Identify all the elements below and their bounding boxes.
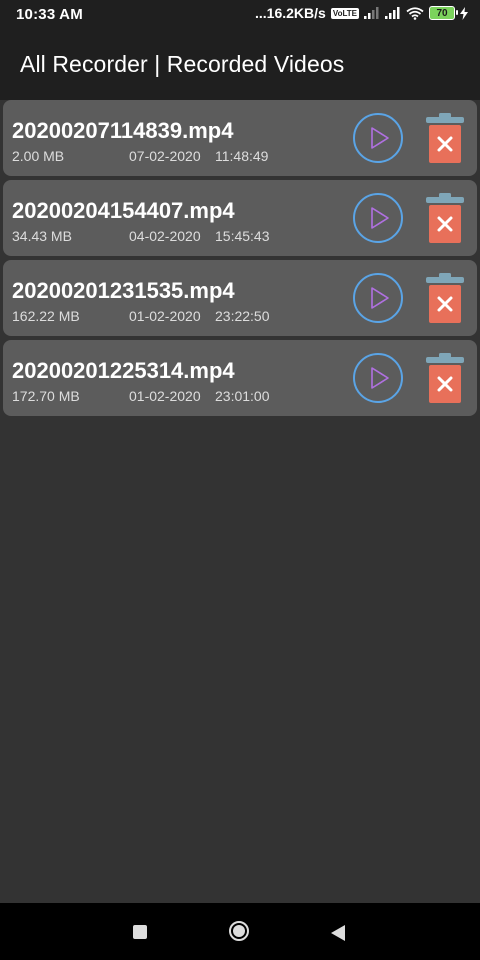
play-button[interactable] [353, 273, 403, 323]
recordings-list: 20200207114839.mp4 2.00 MB 07-02-2020 11:4… [3, 100, 477, 420]
play-button[interactable] [353, 193, 403, 243]
charging-icon [460, 6, 468, 20]
signal-icon [364, 7, 379, 19]
system-nav-bar [0, 903, 480, 960]
file-meta: 34.43 MB 04-02-2020 15:45:43 [12, 228, 270, 244]
file-size: 172.70 MB [12, 388, 80, 404]
file-date: 07-02-2020 [129, 148, 201, 164]
status-time: 10:33 AM [16, 6, 83, 23]
signal-icon [385, 7, 400, 19]
filename: 20200204154407.mp4 [12, 198, 235, 223]
file-meta: 2.00 MB 07-02-2020 11:48:49 [12, 148, 268, 164]
filename: 20200201225314.mp4 [12, 358, 235, 383]
delete-button[interactable] [423, 112, 467, 166]
file-size: 2.00 MB [12, 148, 65, 164]
list-item[interactable]: 20200204154407.mp4 34.43 MB 04-02-2020 15:… [3, 180, 477, 256]
wifi-icon [406, 6, 424, 20]
battery-icon: 70 [429, 6, 458, 20]
filename: 20200207114839.mp4 [12, 118, 234, 143]
list-item[interactable]: 20200201231535.mp4 162.22 MB 01-02-2020 23… [3, 260, 477, 336]
list-item[interactable]: 20200201225314.mp4 172.70 MB 01-02-2020 23… [3, 340, 477, 416]
play-button[interactable] [353, 353, 403, 403]
home-dot [233, 925, 245, 937]
page-title: All Recorder | Recorded Videos [20, 51, 345, 77]
back-triangle-icon[interactable] [331, 925, 345, 941]
play-icon [371, 287, 389, 309]
app-bar: All Recorder | Recorded Videos [0, 30, 480, 100]
volte-badge: VoLTE [330, 7, 359, 19]
file-date: 01-02-2020 [129, 308, 201, 324]
file-size: 162.22 MB [12, 308, 80, 324]
file-size: 34.43 MB [12, 228, 72, 244]
file-date: 04-02-2020 [129, 228, 201, 244]
filename: 20200201231535.mp4 [12, 278, 235, 303]
home-circle-icon[interactable] [229, 921, 249, 941]
file-time: 11:48:49 [215, 148, 269, 164]
play-icon [371, 367, 389, 389]
file-date: 01-02-2020 [129, 388, 201, 404]
delete-button[interactable] [423, 352, 467, 406]
delete-button[interactable] [423, 192, 467, 246]
play-icon [371, 207, 389, 229]
status-icons: ...16.2KB/s VoLTE 70 [255, 5, 468, 21]
network-speed: ...16.2KB/s [255, 5, 326, 21]
file-time: 23:22:50 [215, 308, 270, 324]
play-icon [371, 127, 389, 149]
status-bar: 10:33 AM ...16.2KB/s VoLTE 70 [0, 0, 480, 30]
file-time: 23:01:00 [215, 388, 270, 404]
play-button[interactable] [353, 113, 403, 163]
delete-button[interactable] [423, 272, 467, 326]
list-item[interactable]: 20200207114839.mp4 2.00 MB 07-02-2020 11:4… [3, 100, 477, 176]
file-meta: 172.70 MB 01-02-2020 23:01:00 [12, 388, 270, 404]
file-meta: 162.22 MB 01-02-2020 23:22:50 [12, 308, 270, 324]
file-time: 15:45:43 [215, 228, 270, 244]
recents-square-icon[interactable] [133, 925, 147, 939]
